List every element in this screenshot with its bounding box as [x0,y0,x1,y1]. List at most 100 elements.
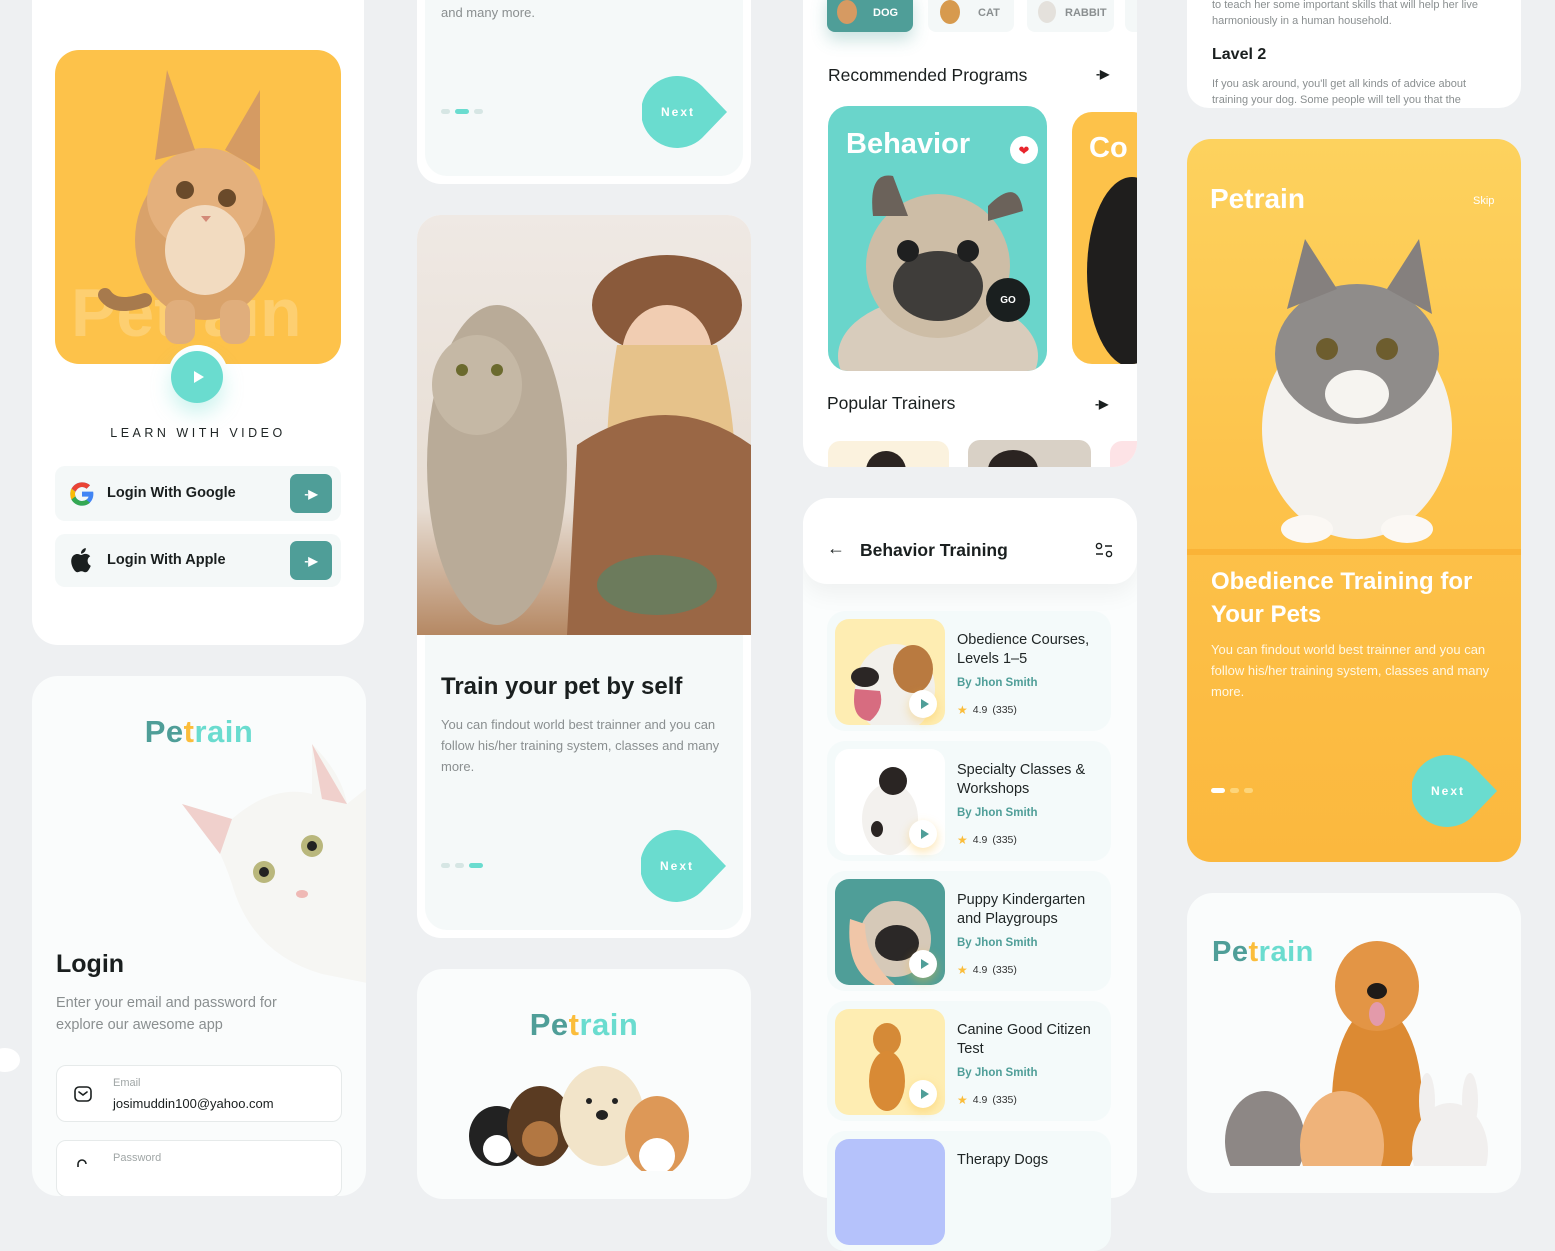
play-icon [920,959,929,969]
onboarding-title: Train your pet by self [441,673,683,700]
program-card-partial[interactable]: Co [1072,112,1137,364]
category-rabbit[interactable]: RABBIT [1027,0,1114,32]
google-icon [70,482,94,506]
play-icon [920,829,929,839]
course-thumbnail [835,1139,945,1245]
course-title: Specialty Classes & Workshops [957,762,1086,797]
top-bar: ← Behavior Training [803,498,1137,584]
email-field[interactable]: Email josimuddin100@yahoo.com [56,1065,342,1122]
play-button[interactable] [909,690,937,718]
email-value: josimuddin100@yahoo.com [113,1096,274,1111]
next-button[interactable]: Next [1412,755,1498,827]
lock-icon [77,1159,87,1167]
course-title: Obedience Courses, Levels 1–5 [957,632,1090,667]
course-author: By Jhon Smith [957,937,1038,949]
onboarding-title: Obedience Training for Your Pets [1211,568,1473,628]
play-video-button[interactable] [171,351,223,403]
white-cat-image [182,744,366,983]
play-icon [920,699,929,709]
see-all-programs-button[interactable]: -▶ [1096,67,1109,81]
login-google-go-button[interactable]: -▶ [290,474,332,513]
go-button[interactable]: GO [986,278,1030,322]
onboarding-screen-1: Petrain Skip Obedience Training for Your… [1187,139,1521,862]
star-icon: ★ [957,833,968,847]
skip-button[interactable]: Skip [1473,195,1494,207]
trainer-card[interactable] [1110,441,1137,467]
onboarding-body-tail: and many more. [441,5,535,20]
course-title: Canine Good Citizen Test [957,1022,1091,1057]
course-rating: ★ 4.9 (335) [957,1093,1017,1107]
pets-group-image [469,1066,689,1171]
heart-icon: ❤ [1018,142,1030,158]
see-all-trainers-button[interactable]: -▶ [1095,397,1108,411]
pets-group-image [1225,941,1488,1166]
rabbit-thumb-icon [1038,1,1056,23]
mail-icon [74,1086,92,1102]
play-button[interactable] [909,1080,937,1108]
login-title: Login [56,950,125,978]
login-apple-button[interactable]: Login With Apple -▶ [55,534,341,587]
home-screen: DOG CAT RABBIT Recommended Programs -▶ B… [803,0,1137,467]
password-label: Password [113,1152,162,1164]
page-indicator [1211,788,1253,793]
login-apple-go-button[interactable]: -▶ [290,541,332,580]
login-apple-label: Login With Apple [107,552,226,568]
arrow-right-icon: -▶ [304,553,318,568]
play-button[interactable] [909,820,937,848]
course-rating: ★ 4.9 (335) [957,703,1017,717]
filter-icon[interactable] [1095,542,1113,558]
login-google-button[interactable]: Login With Google -▶ [55,466,341,521]
star-icon: ★ [957,1093,968,1107]
onboarding-body: You can findout world best trainner and … [441,717,720,774]
trainer-card[interactable] [968,440,1091,467]
program-title: Behavior [846,128,971,160]
course-item[interactable]: Specialty Classes & Workshops By Jhon Sm… [827,741,1111,861]
next-button[interactable]: Next [641,830,727,902]
course-item[interactable]: Obedience Courses, Levels 1–5 By Jhon Sm… [827,611,1111,731]
onboarding-screen-2: and many more. Next [417,0,751,184]
star-icon: ★ [957,963,968,977]
login-google-label: Login With Google [107,485,236,501]
play-button[interactable] [909,950,937,978]
dog-thumb-icon [837,0,857,24]
favorite-button[interactable]: ❤ [1010,136,1038,164]
course-title: Therapy Dogs [957,1152,1049,1168]
login-subtitle: Enter your email and password for explor… [56,995,277,1033]
cat-thumb-icon [940,0,960,24]
password-field[interactable]: Password [56,1140,342,1196]
arrow-right-icon: -▶ [304,486,318,501]
course-item[interactable]: Therapy Dogs [827,1131,1111,1251]
login-screen: Petrain Login Enter your email and passw… [32,676,366,1196]
course-author: By Jhon Smith [957,677,1038,689]
page-indicator [441,863,483,868]
course-rating: ★ 4.9 (335) [957,833,1017,847]
apple-icon [71,548,91,573]
level-title: Lavel 2 [1212,46,1267,63]
popular-trainers-title: Popular Trainers [827,393,956,413]
course-detail-screen: to teach her some important skills that … [1187,0,1521,108]
category-cat[interactable]: CAT [928,0,1014,32]
onboarding-body: You can findout world best trainner and … [1211,642,1490,699]
recommended-programs-title: Recommended Programs [828,65,1028,85]
brand-title: Petrain [1210,183,1305,214]
back-button[interactable]: ← [827,538,845,559]
video-login-screen: Petrain LEARN WITH VIDEO Login With Goog… [32,0,364,645]
category-dog[interactable]: DOG [827,0,913,32]
screen-title: Behavior Training [860,540,1008,560]
level-body: If you ask around, you'll get all kinds … [1212,78,1467,106]
course-author: By Jhon Smith [957,807,1038,819]
next-button[interactable]: Next [642,76,728,148]
play-icon [920,1089,929,1099]
hero-image: Petrain [55,50,341,364]
kitten-image [98,70,275,344]
trainer-card[interactable] [828,441,949,467]
learn-with-video-label: LEARN WITH VIDEO [110,426,286,440]
splash-screen-right: Petrain [1187,893,1521,1193]
course-item[interactable]: Puppy Kindergarten and Playgroups By Jho… [827,871,1111,991]
course-author: By Jhon Smith [957,1067,1038,1079]
page-indicator [441,109,483,114]
program-card-behavior[interactable]: Behavior ❤ GO [828,106,1047,371]
course-title: Puppy Kindergarten and Playgroups [957,892,1086,927]
course-item[interactable]: Canine Good Citizen Test By Jhon Smith ★… [827,1001,1111,1121]
decorative-dot [0,1048,20,1072]
